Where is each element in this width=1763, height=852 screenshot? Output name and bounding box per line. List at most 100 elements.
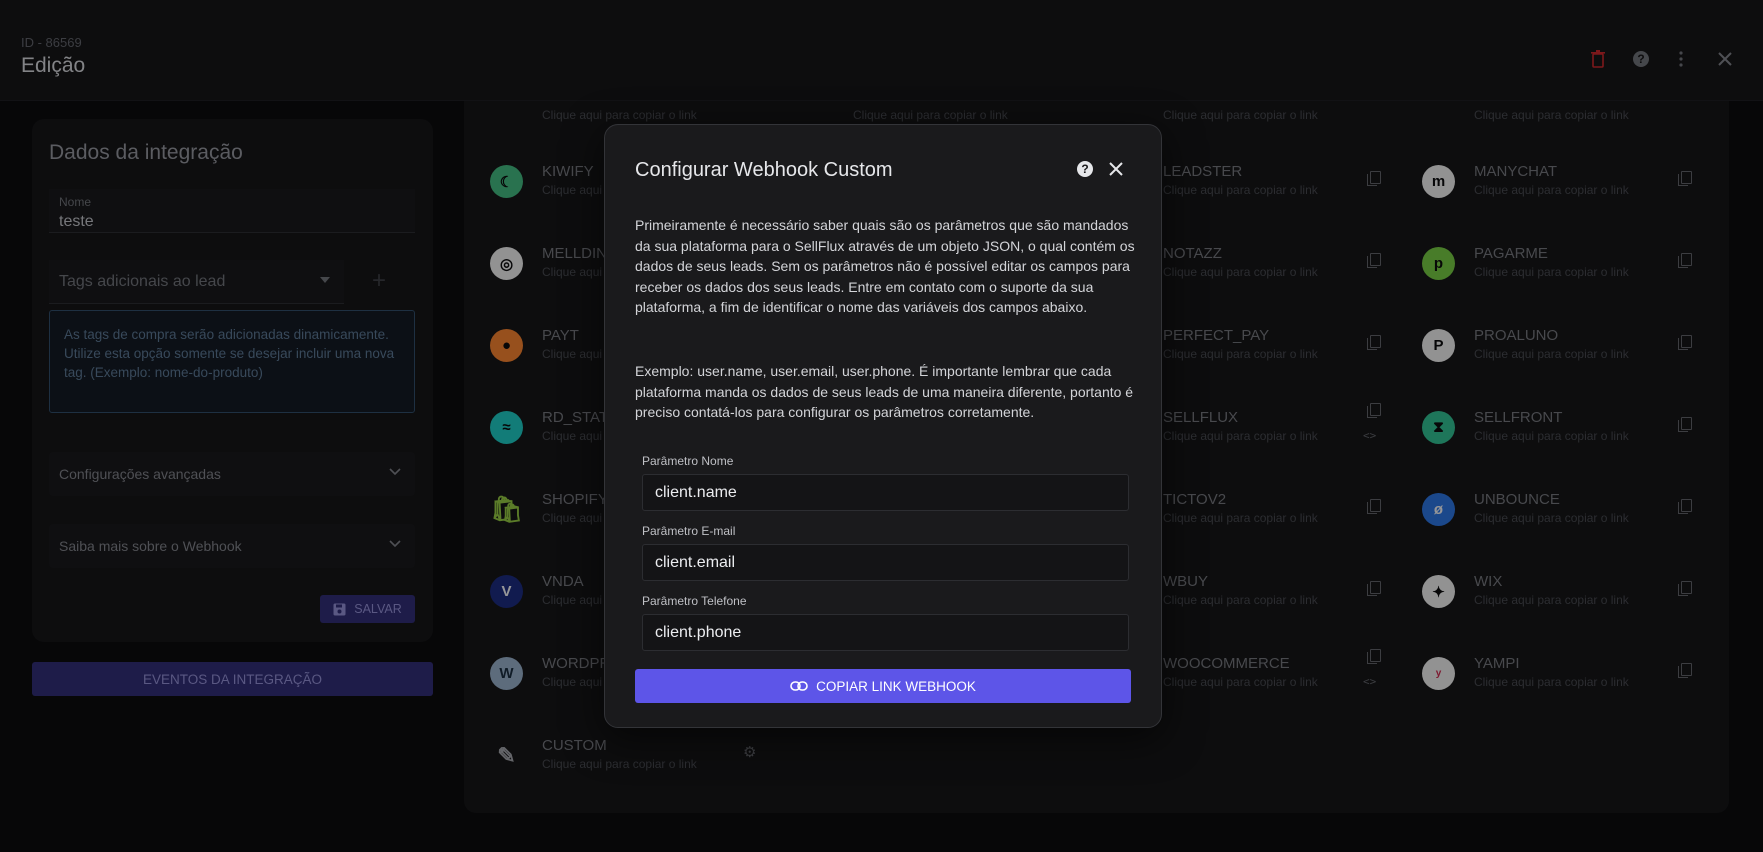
param-email-label: Parâmetro E-mail [642,524,736,538]
name-value: teste [59,213,94,230]
svg-text:?: ? [1637,52,1644,66]
link-icon [790,681,808,691]
copy-link-text: Clique aqui para copiar o link [1474,183,1629,197]
copy-link-text: Clique aqui para copiar o link [1474,265,1629,279]
tags-info-box: As tags de compra serão adicionadas dina… [49,310,415,413]
platform-name: WBUY [1163,573,1208,590]
tags-select[interactable]: Tags adicionais ao lead [49,260,344,304]
gear-icon[interactable]: ⚙ [743,743,756,761]
param-phone-input[interactable]: client.phone [642,614,1129,651]
save-label: SALVAR [354,602,402,616]
vnda-logo-icon: V [490,575,523,608]
platform-name: MANYCHAT [1474,163,1558,180]
copy-link-text: Clique aqui para copiar o link [1163,675,1318,689]
melldin-logo-icon: ◎ [490,247,523,280]
copy-icon[interactable] [1367,253,1381,268]
copy-icon[interactable] [1678,253,1692,268]
platform-name: WOOCOMMERCE [1163,655,1290,672]
copy-icon[interactable] [1678,581,1692,596]
platform-name: PERFECT_PAY [1163,327,1270,344]
copy-icon[interactable] [1678,171,1692,186]
copy-link-text: Clique aqui para copiar o link [1474,511,1629,525]
webhook-custom-modal: Configurar Webhook Custom ? Primeirament… [604,124,1162,728]
copy-link-text: Clique aqui para copiar o link [1474,593,1629,607]
platform-name: PAGARME [1474,245,1548,262]
copy-link-text: Clique aqui para copiar o link [1474,429,1629,443]
platform-name: PROALUNO [1474,327,1559,344]
platform-name: VNDA [542,573,584,590]
code-icon[interactable]: <> [1363,429,1376,442]
close-icon[interactable] [1109,156,1123,182]
copy-webhook-label: COPIAR LINK WEBHOOK [816,678,976,694]
copy-webhook-link-button[interactable]: COPIAR LINK WEBHOOK [635,669,1131,703]
copy-link-text: Clique aqui para copiar o link [1163,265,1318,279]
integration-events-button[interactable]: EVENTOS DA INTEGRAÇÃO [32,662,433,696]
platform-name: SELLFLUX [1163,409,1239,426]
tags-placeholder: Tags adicionais ao lead [59,273,226,290]
copy-icon[interactable] [1367,403,1381,418]
copy-link-text: Clique aqui para copiar o link [1474,675,1629,689]
chevron-down-icon [389,537,401,551]
platform-name: KIWIFY [542,163,594,180]
save-icon [333,603,346,615]
pagarme-logo-icon: p [1422,247,1455,280]
copy-link-text: Clique aqui para copiar o link [542,757,697,771]
copy-icon[interactable] [1678,663,1692,678]
name-field[interactable]: Nome teste [49,189,415,233]
learn-webhook-label: Saiba mais sobre o Webhook [59,538,242,554]
copy-icon[interactable] [1367,649,1381,664]
copy-link-text: Clique aqui para copiar o link [1163,108,1318,122]
manychat-logo-icon: m [1422,165,1455,198]
copy-icon[interactable] [1678,417,1692,432]
shopify-logo-icon: 🛍 [490,494,524,524]
unbounce-logo-icon: ø [1422,493,1455,526]
modal-title: Configurar Webhook Custom [635,159,893,181]
rd-station-logo-icon: ≈ [490,411,523,444]
help-icon[interactable]: ? [1630,48,1652,70]
integration-data-card: Dados da integração Nome teste Tags adic… [32,119,433,642]
copy-icon[interactable] [1367,171,1381,186]
code-icon[interactable]: <> [1363,675,1376,688]
copy-icon[interactable] [1678,499,1692,514]
copy-link-text: Clique aqui para copiar o link [1163,429,1318,443]
copy-icon[interactable] [1367,581,1381,596]
page-title: Edição [21,54,86,77]
copy-link-text: Clique aqui para copiar o link [1474,347,1629,361]
copy-icon[interactable] [1367,335,1381,350]
close-icon[interactable] [1714,48,1736,70]
platform-name: WIX [1474,573,1503,590]
platform-name: UNBOUNCE [1474,491,1560,508]
copy-link-text: Clique aqui para copiar o link [542,108,697,122]
param-name-label: Parâmetro Nome [642,454,734,468]
learn-webhook-accordion[interactable]: Saiba mais sobre o Webhook [49,524,415,568]
wordpress-logo-icon: W [490,657,523,690]
help-icon[interactable]: ? [1077,161,1093,177]
platform-name: SHOPIFY [542,491,608,508]
kiwify-logo-icon: ☾ [490,165,523,198]
param-email-input[interactable]: client.email [642,544,1129,581]
dropdown-caret-icon [320,277,330,283]
param-phone-label: Parâmetro Telefone [642,594,747,608]
add-tag-button[interactable]: + [372,267,386,295]
chevron-down-icon [389,465,401,479]
save-button[interactable]: SALVAR [320,595,415,623]
copy-icon[interactable] [1678,335,1692,350]
platform-name: CUSTOM [542,737,607,754]
proaluno-logo-icon: P [1422,329,1455,362]
copy-icon[interactable] [1367,499,1381,514]
advanced-settings-accordion[interactable]: Configurações avançadas [49,452,415,496]
name-label: Nome [59,195,92,209]
copy-link-text: Clique aqui para copiar o link [1163,183,1318,197]
modal-example-text: Exemplo: user.name, user.email, user.pho… [635,363,1134,420]
platform-name: PAYT [542,327,579,344]
platform-name: LEADSTER [1163,163,1243,180]
more-vertical-icon[interactable] [1670,48,1692,70]
copy-link-text: Clique aqui para copiar o link [1163,511,1318,525]
top-header: ID - 86569 Edição ? [0,0,1763,101]
trash-icon[interactable] [1587,48,1609,70]
param-name-input[interactable]: client.name [642,474,1129,511]
advanced-settings-label: Configurações avançadas [59,466,221,482]
platform-name: TICTOV2 [1163,491,1227,508]
wix-logo-icon: ✦ [1422,575,1455,608]
copy-link-text: Clique aqui para copiar o link [853,108,1008,122]
